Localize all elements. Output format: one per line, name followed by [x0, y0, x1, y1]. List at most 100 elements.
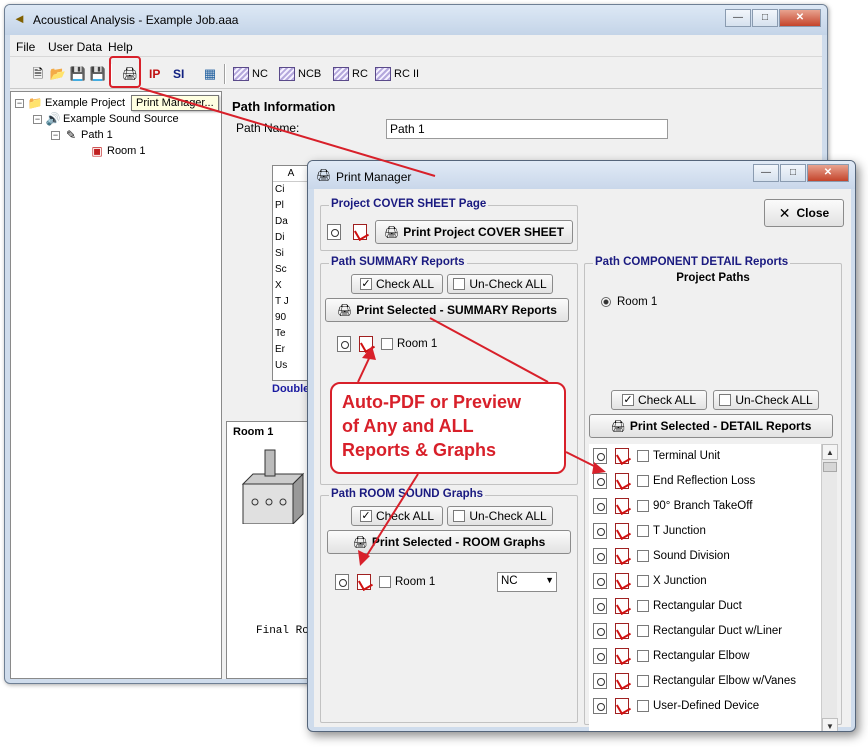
project-tree[interactable]: − 📁 Example Project − 🔊 Example Sound So… [10, 91, 222, 679]
menu-user-data[interactable]: User Data [48, 40, 102, 54]
dialog-minimize-button[interactable]: — [753, 164, 779, 182]
path-radio-room-1[interactable]: Room 1 [601, 296, 657, 308]
detail-item-checkbox[interactable] [637, 525, 649, 537]
detail-item[interactable]: 90° Branch TakeOff [593, 498, 752, 514]
detail-uncheck-all-button[interactable]: Un-Check ALL [713, 390, 819, 410]
preview-icon[interactable] [593, 473, 607, 489]
component-item[interactable]: Ci [273, 182, 307, 198]
print-detail-button[interactable]: 🖨 Print Selected - DETAIL Reports [589, 414, 833, 438]
preview-icon[interactable] [593, 548, 607, 564]
preview-icon[interactable] [593, 623, 607, 639]
detail-item[interactable]: User-Defined Device [593, 698, 759, 714]
summary-item[interactable]: Room 1 [337, 336, 437, 352]
pdf-icon[interactable] [615, 448, 629, 464]
calculator-button[interactable]: ▦ [200, 64, 220, 84]
detail-item[interactable]: Rectangular Elbow w/Vanes [593, 673, 796, 689]
nc-graph-button[interactable]: NC [232, 64, 269, 84]
preview-icon[interactable] [335, 574, 349, 590]
tree-item-project[interactable]: − 📁 Example Project [15, 96, 125, 110]
preview-icon[interactable] [593, 573, 607, 589]
summary-uncheck-all-button[interactable]: Un-Check ALL [447, 274, 553, 294]
preview-icon[interactable] [593, 698, 607, 714]
preview-icon[interactable] [327, 224, 341, 240]
si-units-button[interactable]: SI [172, 64, 185, 84]
dialog-titlebar[interactable]: 🖨 Print Manager — □ ✕ [308, 161, 855, 189]
detail-item-checkbox[interactable] [637, 625, 649, 637]
ncb-graph-button[interactable]: NCB [278, 64, 322, 84]
pdf-icon[interactable] [615, 623, 629, 639]
preview-icon[interactable] [593, 673, 607, 689]
preview-icon[interactable] [593, 498, 607, 514]
curve-select[interactable]: NC ▼ [497, 572, 557, 592]
component-item[interactable]: Sc [273, 262, 307, 278]
print-cover-sheet-button[interactable]: 🖨 Print Project COVER SHEET [375, 220, 573, 244]
component-item[interactable]: Te [273, 326, 307, 342]
pdf-icon[interactable] [615, 548, 629, 564]
detail-item[interactable]: End Reflection Loss [593, 473, 755, 489]
detail-item-checkbox[interactable] [637, 650, 649, 662]
minimize-button[interactable]: — [725, 9, 751, 27]
pdf-icon[interactable] [615, 648, 629, 664]
component-item[interactable]: Si [273, 246, 307, 262]
component-item[interactable]: T J [273, 294, 307, 310]
detail-list[interactable]: Terminal Unit End Reflection Loss 90° Bran… [589, 444, 829, 731]
room-check-all-button[interactable]: ✓ Check ALL [351, 506, 443, 526]
save-all-button[interactable]: 💾 [88, 64, 108, 84]
menu-file[interactable]: File [16, 40, 35, 54]
close-window-button[interactable]: ✕ [779, 9, 821, 27]
pdf-icon[interactable] [359, 336, 373, 352]
tree-item-path[interactable]: − ✎ Path 1 [51, 128, 113, 142]
detail-item[interactable]: Sound Division [593, 548, 730, 564]
detail-item-checkbox[interactable] [637, 475, 649, 487]
pdf-icon[interactable] [615, 523, 629, 539]
detail-item-checkbox[interactable] [637, 600, 649, 612]
detail-item-checkbox[interactable] [637, 675, 649, 687]
preview-icon[interactable] [337, 336, 351, 352]
room-item-checkbox[interactable] [379, 576, 391, 588]
pdf-icon[interactable] [615, 573, 629, 589]
save-button[interactable]: 💾 [68, 64, 88, 84]
summary-item-checkbox[interactable] [381, 338, 393, 350]
pdf-icon[interactable] [615, 498, 629, 514]
open-button[interactable]: 📂 [48, 64, 68, 84]
print-room-graphs-button[interactable]: 🖨 Print Selected - ROOM Graphs [327, 530, 571, 554]
maximize-button[interactable]: □ [752, 9, 778, 27]
menu-help[interactable]: Help [108, 40, 133, 54]
path-name-input[interactable] [386, 119, 668, 139]
tree-item-source[interactable]: − 🔊 Example Sound Source [33, 112, 179, 126]
component-item[interactable]: Er [273, 342, 307, 358]
detail-item-checkbox[interactable] [637, 450, 649, 462]
component-item[interactable]: X [273, 278, 307, 294]
preview-icon[interactable] [593, 523, 607, 539]
rc-graph-button[interactable]: RC [332, 64, 369, 84]
detail-scrollbar[interactable]: ▲ ▼ [821, 444, 838, 731]
summary-check-all-button[interactable]: ✓ Check ALL [351, 274, 443, 294]
detail-item[interactable]: Rectangular Duct w/Liner [593, 623, 782, 639]
ip-units-button[interactable]: IP [148, 64, 161, 84]
new-button[interactable]: 🗎 [28, 64, 48, 84]
collapse-icon[interactable]: − [33, 114, 42, 124]
detail-item-checkbox[interactable] [637, 550, 649, 562]
preview-icon[interactable] [593, 448, 607, 464]
component-item[interactable]: Da [273, 214, 307, 230]
detail-item-checkbox[interactable] [637, 500, 649, 512]
collapse-icon[interactable]: − [51, 130, 60, 140]
preview-icon[interactable] [593, 598, 607, 614]
room-sound-item[interactable]: Room 1 [335, 574, 435, 590]
preview-icon[interactable] [593, 648, 607, 664]
detail-item[interactable]: Terminal Unit [593, 448, 720, 464]
collapse-icon[interactable]: − [15, 98, 24, 108]
room-uncheck-all-button[interactable]: Un-Check ALL [447, 506, 553, 526]
detail-item-checkbox[interactable] [637, 700, 649, 712]
scroll-down-icon[interactable]: ▼ [822, 718, 838, 731]
print-summary-button[interactable]: 🖨 Print Selected - SUMMARY Reports [325, 298, 569, 322]
detail-check-all-button[interactable]: ✓ Check ALL [611, 390, 707, 410]
pdf-icon[interactable] [615, 598, 629, 614]
pdf-icon[interactable] [357, 574, 371, 590]
close-button[interactable]: ✕ Close [764, 199, 844, 227]
tree-item-room[interactable]: ▣ Room 1 [89, 144, 145, 158]
pdf-icon[interactable] [615, 698, 629, 714]
dialog-maximize-button[interactable]: □ [780, 164, 806, 182]
detail-item[interactable]: Rectangular Duct [593, 598, 742, 614]
component-item[interactable]: Di [273, 230, 307, 246]
